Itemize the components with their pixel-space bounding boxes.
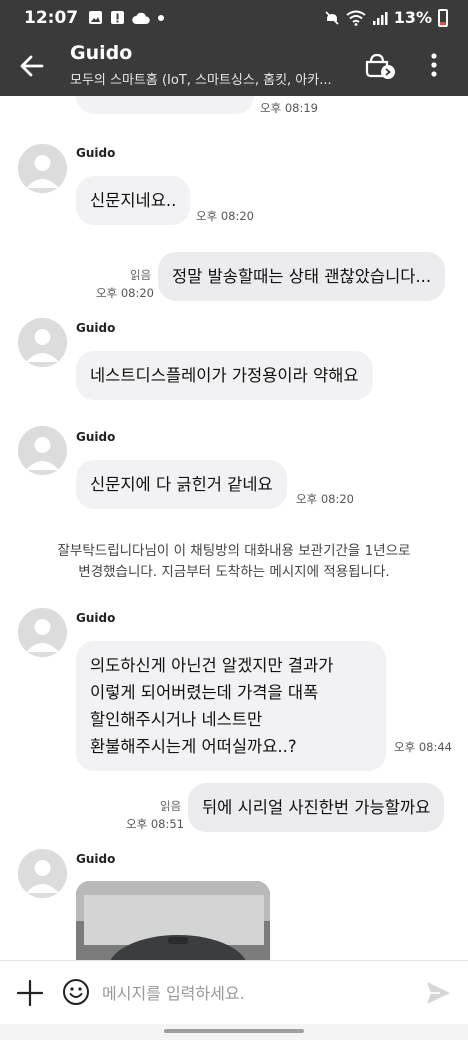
avatar[interactable] <box>18 318 67 367</box>
home-indicator[interactable] <box>164 1029 304 1033</box>
chat-header: Guido 모두의 스마트홈 (IoT, 스마트싱스, 홈킷, 아카... <box>0 36 468 96</box>
more-vert-icon[interactable] <box>422 50 446 80</box>
battery-icon <box>438 8 448 27</box>
chat-title[interactable]: Guido <box>70 42 132 64</box>
mute-icon <box>325 10 339 25</box>
message-bubble-mine[interactable]: 정말 발송할때는 상태 괜찮았습니다... <box>158 252 446 301</box>
sender-name: Guido <box>76 852 116 866</box>
avatar[interactable] <box>18 426 67 475</box>
message-bubble[interactable]: 신문지네요.. <box>76 176 191 225</box>
gallery-icon <box>89 11 102 24</box>
chat-area[interactable]: 오후 08:19 Guido 신문지네요.. 오후 08:20 읽음 오후 08… <box>0 96 468 960</box>
arrow-left-icon[interactable] <box>16 50 48 82</box>
message-input-bar <box>0 960 468 1024</box>
cloud-icon <box>132 12 150 24</box>
message-bubble-cutoff[interactable] <box>76 96 254 114</box>
send-icon[interactable] <box>424 979 452 1007</box>
system-nav-bar <box>0 1024 468 1040</box>
read-receipt: 읽음 <box>130 268 152 282</box>
message-time: 오후 08:51 <box>126 817 184 831</box>
message-time: 오후 08:19 <box>260 101 318 115</box>
default-profile-icon <box>18 426 67 475</box>
message-input[interactable] <box>102 975 402 1011</box>
default-profile-icon <box>18 849 67 898</box>
message-bubble[interactable]: 의도하신게 아닌건 알겠지만 결과가 이렇게 되어버렸는데 가격을 대폭 할인해… <box>76 641 386 771</box>
wifi-icon <box>346 10 366 26</box>
default-profile-icon <box>18 144 67 193</box>
chat-subtitle[interactable]: 모두의 스마트홈 (IoT, 스마트싱스, 홈킷, 아카... <box>70 69 350 88</box>
device-photo <box>76 881 270 960</box>
drawer-icon[interactable] <box>362 48 396 82</box>
plus-icon[interactable] <box>14 977 46 1009</box>
status-time: 12:07 <box>24 8 79 28</box>
avatar[interactable] <box>18 144 67 193</box>
signal-icon <box>372 11 388 25</box>
message-time: 오후 08:44 <box>394 740 452 754</box>
message-time: 오후 08:20 <box>96 286 154 300</box>
avatar[interactable] <box>18 608 67 657</box>
message-time: 오후 08:20 <box>196 209 254 223</box>
sender-name: Guido <box>76 321 116 335</box>
sender-name: Guido <box>76 611 116 625</box>
default-profile-icon <box>18 318 67 367</box>
default-profile-icon <box>18 608 67 657</box>
status-right: 13% <box>324 8 448 27</box>
sender-name: Guido <box>76 430 116 444</box>
message-bubble[interactable]: 신문지에 다 긁힌거 같네요 <box>76 460 287 509</box>
notification-icons <box>88 10 165 25</box>
message-time: 오후 08:20 <box>296 492 354 506</box>
emoji-icon[interactable] <box>62 978 90 1006</box>
sender-name: Guido <box>76 146 116 160</box>
avatar[interactable] <box>18 849 67 898</box>
alert-icon <box>111 11 124 24</box>
message-bubble[interactable]: 네스트디스플레이가 가정용이라 약해요 <box>76 351 373 400</box>
read-receipt: 읽음 <box>160 799 182 813</box>
dot-icon <box>158 14 164 21</box>
message-bubble-mine[interactable]: 뒤에 시리얼 사진한번 가능할까요 <box>188 783 445 832</box>
system-notice: 잘부탁드립니다님이 이 채팅방의 대화내용 보관기간을 1년으로 변경했습니다.… <box>57 543 411 580</box>
battery-percent: 13% <box>393 8 432 27</box>
photo-message[interactable] <box>76 881 270 960</box>
status-bar: 12:07 13% <box>0 0 468 36</box>
